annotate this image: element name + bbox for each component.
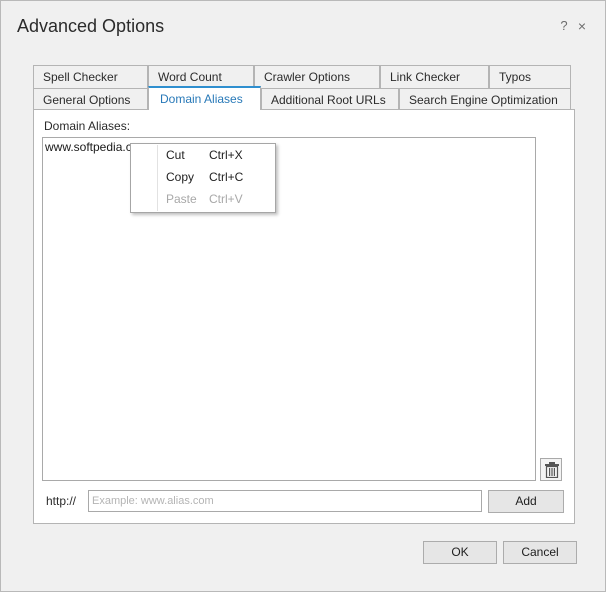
ok-button[interactable]: OK <box>423 541 497 564</box>
context-menu: Cut Ctrl+X Copy Ctrl+C Paste Ctrl+V <box>130 143 276 213</box>
tab-crawler-options[interactable]: Crawler Options <box>254 65 380 88</box>
menu-item-cut[interactable]: Cut Ctrl+X <box>132 145 274 165</box>
dialog-title: Advanced Options <box>17 16 165 36</box>
menu-item-label: Copy <box>166 170 195 184</box>
tab-general-options[interactable]: General Options <box>33 88 148 110</box>
tab-link-checker[interactable]: Link Checker <box>380 65 489 88</box>
help-icon[interactable]: ? <box>557 18 571 34</box>
menu-item-paste: Paste Ctrl+V <box>132 189 274 209</box>
menu-item-label: Cut <box>166 148 185 162</box>
menu-item-label: Paste <box>166 192 197 206</box>
menu-item-copy[interactable]: Copy Ctrl+C <box>132 167 274 187</box>
close-icon[interactable]: × <box>575 18 589 34</box>
tab-domain-aliases[interactable]: Domain Aliases <box>148 86 261 110</box>
menu-item-shortcut: Ctrl+V <box>209 192 243 206</box>
tab-word-count[interactable]: Word Count <box>148 65 254 88</box>
add-button[interactable]: Add <box>488 490 564 513</box>
tab-spell-checker[interactable]: Spell Checker <box>33 65 148 88</box>
domain-aliases-panel: Domain Aliases: www.softpedia.com http:/… <box>33 109 575 524</box>
alias-input[interactable] <box>88 490 482 512</box>
aliases-list[interactable]: www.softpedia.com <box>42 137 536 481</box>
cancel-button[interactable]: Cancel <box>503 541 577 564</box>
http-prefix-label: http:// <box>46 494 77 508</box>
delete-button[interactable] <box>540 458 562 481</box>
menu-item-shortcut: Ctrl+X <box>209 148 243 162</box>
tab-typos[interactable]: Typos <box>489 65 571 88</box>
domain-aliases-label: Domain Aliases: <box>44 119 131 133</box>
menu-item-shortcut: Ctrl+C <box>209 170 244 184</box>
advanced-options-dialog: Advanced Options ? × Spell Checker Word … <box>0 0 606 592</box>
tab-search-engine-optimization[interactable]: Search Engine Optimization <box>399 88 571 110</box>
tab-additional-root-urls[interactable]: Additional Root URLs <box>261 88 399 110</box>
